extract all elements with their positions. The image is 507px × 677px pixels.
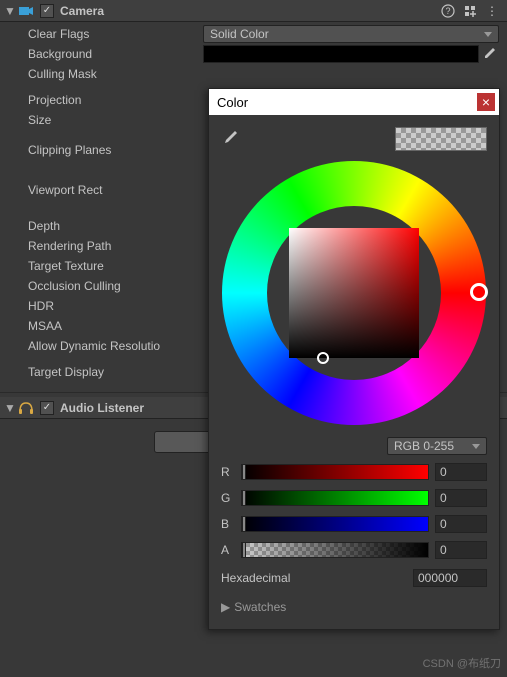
- a-label: A: [221, 543, 241, 557]
- allow-dynamic-res-label: Allow Dynamic Resolutio: [28, 339, 203, 353]
- b-label: B: [221, 517, 241, 531]
- r-label: R: [221, 465, 241, 479]
- slider-thumb[interactable]: [242, 464, 246, 480]
- color-picker-title: Color: [217, 95, 248, 110]
- culling-mask-label: Culling Mask: [28, 67, 203, 81]
- target-display-label: Target Display: [28, 365, 203, 379]
- r-value-input[interactable]: 0: [435, 463, 487, 481]
- color-mode-dropdown[interactable]: RGB 0-255: [387, 437, 487, 455]
- channel-a-row: A 0: [221, 539, 487, 561]
- close-icon[interactable]: ×: [477, 93, 495, 111]
- menu-icon[interactable]: ⋮: [485, 4, 499, 18]
- clear-flags-dropdown[interactable]: Solid Color: [203, 25, 499, 43]
- foldout-icon[interactable]: ▶: [221, 600, 230, 614]
- color-picker-title-bar[interactable]: Color ×: [209, 89, 499, 115]
- saturation-value-box[interactable]: [289, 228, 419, 358]
- eyedropper-icon[interactable]: [479, 45, 499, 63]
- camera-header[interactable]: ▼ Camera ? ⋮: [0, 0, 507, 22]
- sv-handle[interactable]: [317, 352, 329, 364]
- audio-enable-checkbox[interactable]: [40, 401, 54, 415]
- foldout-icon[interactable]: ▼: [4, 401, 16, 415]
- target-texture-label: Target Texture: [28, 259, 203, 273]
- presets-icon[interactable]: [463, 4, 477, 18]
- camera-enable-checkbox[interactable]: [40, 4, 54, 18]
- camera-icon: [18, 3, 34, 19]
- headphones-icon: [18, 400, 34, 416]
- hex-value-input[interactable]: 000000: [413, 569, 487, 587]
- eyedropper-icon[interactable]: [221, 129, 241, 149]
- background-label: Background: [28, 47, 203, 61]
- b-value-input[interactable]: 0: [435, 515, 487, 533]
- watermark: CSDN @布纸刀: [423, 655, 501, 671]
- depth-label: Depth: [28, 219, 203, 233]
- channel-b-row: B 0: [221, 513, 487, 535]
- color-picker-popup: Color × RGB 0-255 R 0: [208, 88, 500, 630]
- size-label: Size: [28, 113, 203, 127]
- channel-g-row: G 0: [221, 487, 487, 509]
- svg-text:?: ?: [445, 6, 450, 16]
- color-wheel-area[interactable]: [222, 161, 486, 425]
- g-value-input[interactable]: 0: [435, 489, 487, 507]
- channel-r-row: R 0: [221, 461, 487, 483]
- swatches-row[interactable]: ▶ Swatches: [221, 597, 487, 617]
- clear-flags-row: Clear Flags Solid Color: [0, 24, 507, 44]
- a-value-input[interactable]: 0: [435, 541, 487, 559]
- hex-row: Hexadecimal 000000: [221, 567, 487, 589]
- b-slider[interactable]: [241, 516, 429, 532]
- slider-thumb[interactable]: [242, 490, 246, 506]
- hue-handle[interactable]: [470, 283, 488, 301]
- background-row: Background: [0, 44, 507, 64]
- foldout-icon[interactable]: ▼: [4, 4, 16, 18]
- msaa-label: MSAA: [28, 319, 203, 333]
- a-slider[interactable]: [241, 542, 429, 558]
- g-slider[interactable]: [241, 490, 429, 506]
- color-preview-swatch: [395, 127, 487, 151]
- rendering-path-label: Rendering Path: [28, 239, 203, 253]
- hex-label: Hexadecimal: [221, 571, 413, 585]
- swatches-label: Swatches: [234, 600, 286, 614]
- help-icon[interactable]: ?: [441, 4, 455, 18]
- clear-flags-label: Clear Flags: [28, 27, 203, 41]
- occlusion-culling-label: Occlusion Culling: [28, 279, 203, 293]
- g-label: G: [221, 491, 241, 505]
- projection-label: Projection: [28, 93, 203, 107]
- viewport-rect-label: Viewport Rect: [28, 183, 203, 197]
- r-slider[interactable]: [241, 464, 429, 480]
- background-color-swatch[interactable]: [203, 45, 479, 63]
- culling-mask-row: Culling Mask: [0, 64, 507, 84]
- slider-thumb[interactable]: [242, 516, 246, 532]
- clipping-planes-label: Clipping Planes: [28, 143, 203, 157]
- hdr-label: HDR: [28, 299, 203, 313]
- slider-thumb[interactable]: [242, 542, 246, 558]
- component-title: Camera: [60, 4, 441, 18]
